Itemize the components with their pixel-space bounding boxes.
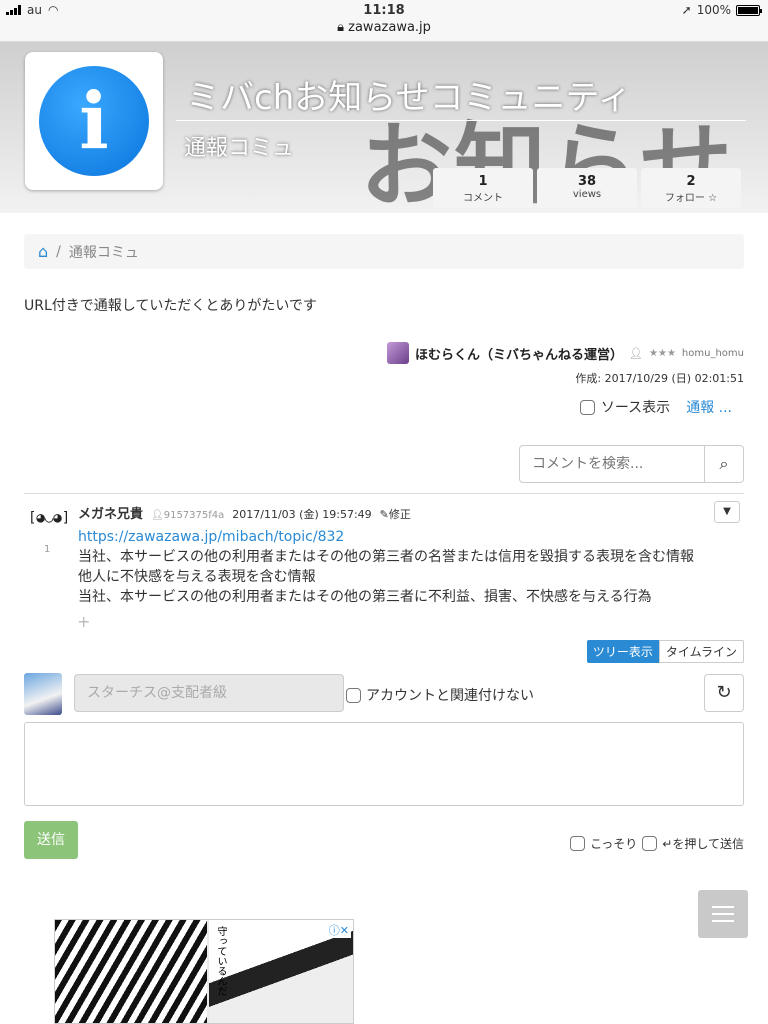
url-text: zawazawa.jp <box>348 20 431 35</box>
battery-label: 100% <box>696 3 731 17</box>
secret-label: こっそり <box>590 837 638 851</box>
comment-avatar[interactable]: [◕◡◕] <box>28 510 70 526</box>
community-title[interactable]: ミバchお知らせコミュニティ <box>186 70 632 119</box>
stat-value: 38 <box>577 174 597 189</box>
comment-author[interactable]: メガネ兄貴 <box>78 503 143 522</box>
community-header: お知らせ i ミバchお知らせコミュニティ 通報コミュ 1 コメント 38 vi… <box>0 42 768 213</box>
source-checkbox[interactable] <box>579 399 595 415</box>
caret-down-icon: ▼ <box>723 506 731 517</box>
author-avatar[interactable] <box>387 342 410 364</box>
refresh-icon: ↻ <box>716 682 732 703</box>
comment-uid-text: 9157375f4a <box>163 510 225 521</box>
address-bar[interactable]: 🔒︎ zawazawa.jp <box>0 20 768 35</box>
search-button[interactable]: ⌕ <box>705 445 744 483</box>
comment-meta: メガネ兄貴 👤︎9157375f4a 2017/11/03 (金) 19:57:… <box>78 503 411 522</box>
menu-bar <box>712 920 734 922</box>
expand-plus-icon[interactable]: + <box>77 612 90 631</box>
community-logo[interactable]: i <box>25 52 163 190</box>
stat-label: コメント <box>463 193 503 204</box>
comment-divider <box>24 493 744 494</box>
user-icon: 👤︎ <box>151 510 164 521</box>
comment-search-input[interactable] <box>519 445 705 483</box>
status-time: 11:18 <box>363 3 405 18</box>
info-icon: i <box>39 66 149 176</box>
header-divider <box>176 120 746 121</box>
stat-comments: 1 コメント <box>433 168 533 208</box>
author-name[interactable]: ほむらくん（ミバちゃんねる運営） <box>415 344 623 363</box>
battery-icon <box>736 4 762 16</box>
comment-link[interactable]: https://zawazawa.jp/mibach/topic/832 <box>78 527 694 547</box>
source-row: ソース表示 通報 ... <box>579 397 732 417</box>
stat-value: 1 <box>478 174 488 189</box>
no-account-label: アカウントと関連付けない <box>366 688 534 704</box>
menu-bar <box>712 906 734 908</box>
no-account-option: アカウントと関連付けない <box>346 685 534 705</box>
enter-send-checkbox[interactable] <box>642 836 658 851</box>
poster-avatar[interactable] <box>24 673 62 715</box>
topic-author: ほむらくん（ミバちゃんねる運営） 👤︎ ★★★ homu_homu <box>387 342 744 364</box>
send-button[interactable]: 送信 <box>24 821 78 859</box>
comment-line: 他人に不快感を与える表現を含む情報 <box>78 569 316 585</box>
browser-statusbar: au ◠ 11:18 🔒︎ zawazawa.jp ➚ 100% <box>0 0 768 42</box>
tab-tree-view[interactable]: ツリー表示 <box>586 640 659 663</box>
no-account-checkbox[interactable] <box>346 687 361 703</box>
comment-search: ⌕ <box>519 445 744 483</box>
edit-link[interactable]: ✎修正 <box>380 506 411 522</box>
stat-follow-button[interactable]: 2 フォロー ☆ <box>641 168 741 208</box>
comment-body: https://zawazawa.jp/mibach/topic/832 当社、… <box>78 527 694 607</box>
stat-views: 38 views <box>537 168 637 208</box>
breadcrumb-current: 通報コミュ <box>68 244 139 261</box>
ad-banner[interactable]: 守っているんだ ⓘ✕ <box>54 919 354 1024</box>
pencil-icon: ✎ <box>379 508 389 521</box>
name-input[interactable]: スターチス@支配者級 <box>74 674 344 712</box>
user-icon: 👤︎ <box>629 346 644 360</box>
comment-line: 当社、本サービスの他の利用者またはその他の第三者の名誉または信用を毀損する表現を… <box>78 549 694 565</box>
breadcrumb: ⌂ / 通報コミュ <box>24 234 744 269</box>
comment-dropdown-button[interactable]: ▼ <box>714 501 740 523</box>
ad-text: 守っているんだ <box>215 926 226 996</box>
topic-title: 通報コミュ <box>184 136 295 161</box>
created-timestamp: 作成: 2017/10/29 (日) 02:01:51 <box>575 372 744 385</box>
post-options: こっそり ↵を押して送信 <box>570 835 744 852</box>
home-icon[interactable]: ⌂ <box>38 242 48 261</box>
edit-label: 修正 <box>388 508 411 521</box>
comment-textarea[interactable] <box>24 722 744 806</box>
lock-icon: 🔒︎ <box>337 20 349 35</box>
comment-line: 当社、本サービスの他の利用者またはその他の第三者に不利益、損害、不快感を与える行… <box>78 589 652 605</box>
source-label: ソース表示 <box>600 400 671 416</box>
author-id: homu_homu <box>681 347 744 359</box>
topic-description: URL付きで通報していただくとありがたいです <box>24 298 317 314</box>
breadcrumb-separator: / <box>56 243 61 260</box>
ad-close-icon[interactable]: ⓘ✕ <box>326 922 351 938</box>
status-right: ➚ 100% <box>681 3 762 17</box>
menu-bar <box>712 913 734 915</box>
comment-number: 1 <box>44 544 51 555</box>
secret-checkbox[interactable] <box>570 836 586 851</box>
tab-timeline[interactable]: タイムライン <box>658 640 744 663</box>
enter-send-label: ↵を押して送信 <box>662 837 744 851</box>
location-icon: ➚ <box>681 3 692 17</box>
author-stars: ★★★ <box>649 347 676 359</box>
stat-value: 2 <box>686 174 696 189</box>
comment-uid: 👤︎9157375f4a <box>151 510 224 521</box>
ad-image-left <box>55 920 207 1023</box>
report-link[interactable]: 通報 ... <box>686 397 732 417</box>
topic-stats: 1 コメント 38 views 2 フォロー ☆ <box>433 168 741 208</box>
hamburger-menu-button[interactable] <box>698 890 748 938</box>
comment-datetime: 2017/11/03 (金) 19:57:49 <box>232 508 372 521</box>
search-icon: ⌕ <box>719 454 729 473</box>
stat-label: views <box>572 189 602 200</box>
stat-label: フォロー ☆ <box>664 193 718 204</box>
refresh-button[interactable]: ↻ <box>704 674 744 712</box>
view-toggle: ツリー表示 タイムライン <box>586 640 744 663</box>
